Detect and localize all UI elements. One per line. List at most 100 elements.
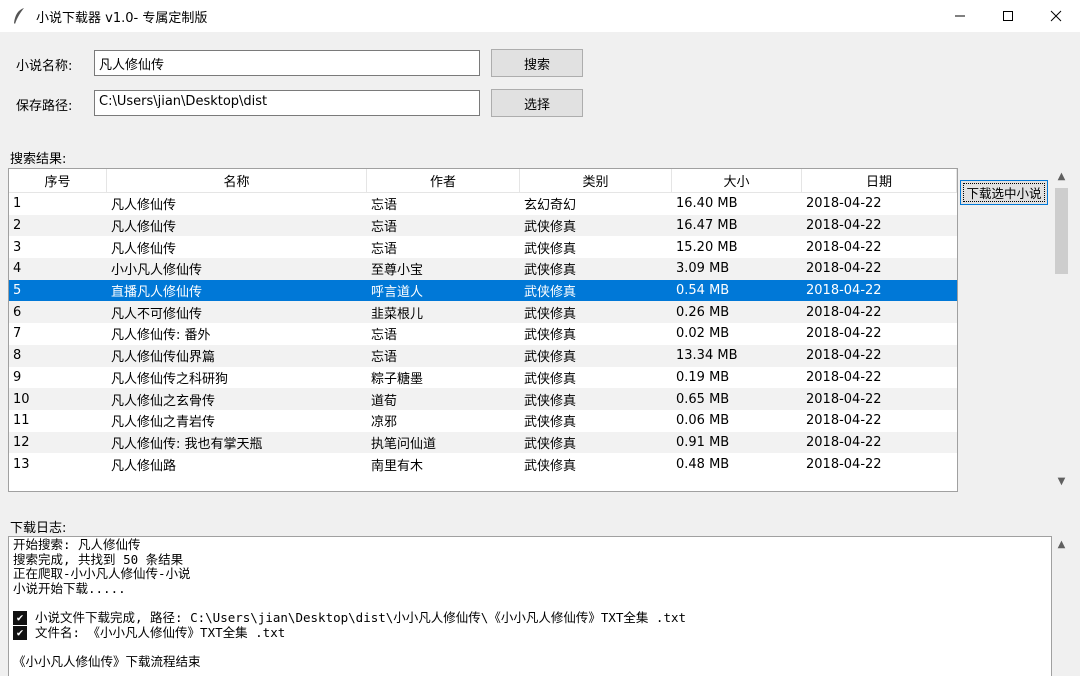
log-line: 小说开始下载..... [13,581,1047,597]
scroll-down-icon[interactable]: ▼ [1053,473,1070,490]
table-cell: 玄幻奇幻 [524,198,577,214]
table-cell: 凡人修仙之玄骨传 [111,393,216,409]
table-row[interactable]: 6 凡人不可修仙传 韭菜根儿 武侠修真 0.26 MB 2018-04-22 [9,301,957,324]
table-cell: 2018-04-22 [806,434,882,450]
log-line: 开始搜索: 凡人修仙传 [13,537,1047,553]
table-row[interactable]: 11 凡人修仙之青岩传 凉邪 武侠修真 0.06 MB 2018-04-22 [9,410,957,432]
column-header[interactable]: 大小 [672,169,802,192]
window-title: 小说下载器 v1.0- 专属定制版 [36,10,208,26]
table-cell: 6 [13,304,22,320]
results-scrollbar[interactable]: ▲ ▼ [1053,168,1070,492]
table-cell: 粽子糖墨 [371,371,424,387]
table-row[interactable]: 7 凡人修仙传: 番外 忘语 武侠修真 0.02 MB 2018-04-22 [9,323,957,345]
search-results-label: 搜索结果: [10,152,67,167]
title-bar: 小说下载器 v1.0- 专属定制版 [0,0,1080,32]
maximize-button[interactable] [984,0,1032,32]
choose-path-button[interactable]: 选择 [491,89,583,117]
table-cell: 2018-04-22 [806,283,882,299]
table-row[interactable]: 12 凡人修仙传: 我也有掌天瓶 执笔问仙道 武侠修真 0.91 MB 2018-04-2… [9,431,957,454]
table-cell: 忘语 [371,328,398,344]
table-cell: 3.09 MB [676,261,730,277]
column-header[interactable]: 作者 [367,169,520,192]
table-cell: 凡人修仙传 [111,220,177,236]
table-cell: 2018-04-22 [806,261,882,277]
table-row[interactable]: 4 小小凡人修仙传 至尊小宝 武侠修真 3.09 MB 2018-04-22 [9,258,957,280]
column-header[interactable]: 日期 [802,169,957,192]
download-log[interactable]: 开始搜索: 凡人修仙传 搜索完成, 共找到 50 条结果 正在爬取-小小凡人修仙传-… [8,536,1052,676]
table-cell: 4 [13,261,22,277]
checkmark-icon: ✔ [13,611,27,626]
download-log-label: 下载日志: [10,521,67,536]
column-header[interactable]: 名称 [107,169,367,192]
column-header[interactable]: 序号 [9,169,107,192]
table-cell: 武侠修真 [524,458,577,474]
scroll-thumb[interactable] [1055,188,1068,274]
log-text: 《小小凡人修仙传》下载流程结束 [13,653,201,669]
table-row[interactable]: 9 凡人修仙传之科研狗 粽子糖墨 武侠修真 0.19 MB 2018-04-22 [9,367,957,389]
table-row[interactable]: 3 凡人修仙传 忘语 武侠修真 15.20 MB 2018-04-22 [9,236,957,258]
log-line: 《小小凡人修仙传》下载流程结束 [13,653,1047,670]
table-cell: 15.20 MB [676,239,738,255]
table-cell: 0.65 MB [676,391,730,407]
feather-icon [8,5,30,27]
table-cell: 武侠修真 [524,415,577,431]
table-cell: 2018-04-22 [806,413,882,429]
table-row[interactable]: 1 凡人修仙传 忘语 玄幻奇幻 16.40 MB 2018-04-22 [9,193,957,215]
table-cell: 0.48 MB [676,456,730,472]
table-cell: 1 [13,196,22,212]
table-cell: 16.47 MB [676,218,738,234]
table-cell: 2018-04-22 [806,304,882,320]
table-cell: 7 [13,326,22,342]
table-cell: 凡人修仙传: 我也有掌天瓶 [111,436,263,452]
table-cell: 11 [13,413,30,429]
table-cell: 凡人修仙传之科研狗 [111,371,229,387]
results-table: 序号 名称 作者 类别 大小 日期 1 凡人修仙传 忘语 玄幻奇幻 16.40 MB 2018-04… [8,168,958,492]
table-cell: 武侠修真 [524,393,577,409]
close-button[interactable] [1032,0,1080,32]
table-cell: 8 [13,348,22,364]
log-text: 开始搜索: 凡人修仙传 [13,537,141,552]
novel-name-input[interactable]: 凡人修仙传 [94,50,480,76]
column-header[interactable]: 类别 [520,169,672,192]
scroll-up-icon[interactable]: ▲ [1053,536,1070,553]
table-cell: 3 [13,239,22,255]
table-row[interactable]: 2 凡人修仙传 忘语 武侠修真 16.47 MB 2018-04-22 [9,214,957,237]
table-cell: 武侠修真 [524,328,577,344]
log-scrollbar[interactable]: ▲ [1053,536,1070,676]
table-cell: 0.19 MB [676,369,730,385]
table-cell: 2018-04-22 [806,369,882,385]
table-cell: 凡人修仙传: 番外 [111,328,211,344]
table-cell: 0.54 MB [676,283,730,299]
table-cell: 凡人修仙传仙界篇 [111,350,216,366]
window-controls [936,0,1080,32]
table-cell: 直播凡人修仙传 [111,285,203,301]
table-cell: 南里有木 [371,458,424,474]
table-row[interactable]: 8 凡人修仙传仙界篇 忘语 武侠修真 13.34 MB 2018-04-22 [9,344,957,367]
table-cell: 执笔问仙道 [371,436,437,452]
search-button[interactable]: 搜索 [491,49,583,77]
table-cell: 武侠修真 [524,241,577,257]
table-cell: 2018-04-22 [806,391,882,407]
table-cell: 9 [13,369,22,385]
scroll-up-icon[interactable]: ▲ [1053,168,1070,185]
table-cell: 2 [13,218,22,234]
download-selected-button[interactable]: 下载选中小说 [960,180,1048,205]
table-row[interactable]: 5 直播凡人修仙传 呼言道人 武侠修真 0.54 MB 2018-04-22 [9,279,957,302]
table-row[interactable]: 13 凡人修仙路 南里有木 武侠修真 0.48 MB 2018-04-22 [9,453,957,475]
table-row[interactable]: 10 凡人修仙之玄骨传 道荀 武侠修真 0.65 MB 2018-04-22 [9,388,957,410]
table-cell: 凡人修仙传 [111,198,177,214]
table-cell: 2018-04-22 [806,326,882,342]
table-cell: 凡人修仙之青岩传 [111,415,216,431]
table-cell: 凡人修仙路 [111,458,177,474]
table-cell: 武侠修真 [524,306,577,322]
table-cell: 0.26 MB [676,304,730,320]
table-cell: 忘语 [371,241,398,257]
log-text: 搜索完成, 共找到 50 条结果 [13,551,184,567]
save-path-input[interactable]: C:\Users\jian\Desktop\dist [94,90,480,116]
table-cell: 凉邪 [371,415,398,431]
minimize-button[interactable] [936,0,984,32]
log-text: 正在爬取-小小凡人修仙传-小说 [13,566,191,582]
table-cell: 2018-04-22 [806,239,882,255]
